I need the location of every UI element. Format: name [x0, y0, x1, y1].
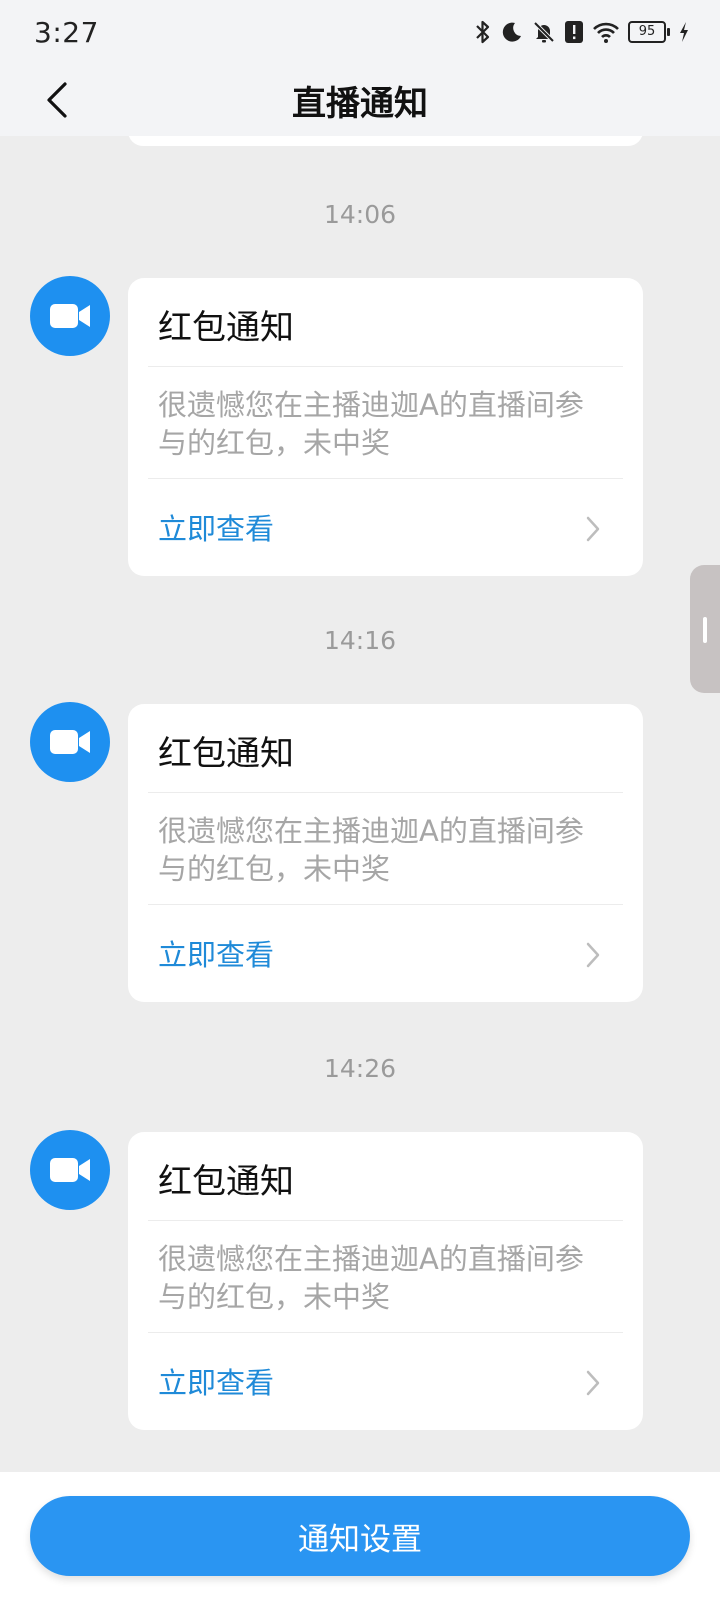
avatar: [30, 276, 110, 356]
alert-icon: [565, 21, 583, 43]
status-icons: 95: [474, 19, 690, 45]
chevron-left-icon: [47, 82, 67, 118]
view-now-link[interactable]: 立即查看: [158, 506, 274, 548]
card-body: 很遗憾您在主播迪迦A的直播间参与的红包，未中奖: [158, 388, 584, 460]
view-now-link[interactable]: 立即查看: [158, 932, 274, 974]
bluetooth-icon: [476, 20, 490, 44]
card-body: 很遗憾您在主播迪迦A的直播间参与的红包，未中奖: [158, 1242, 584, 1314]
battery-indicator: 95: [628, 21, 670, 43]
chevron-right-icon: [586, 942, 600, 968]
nav-bar: 直播通知: [0, 64, 720, 136]
notification-card[interactable]: 红包通知 很遗憾您在主播迪迦A的直播间参与的红包，未中奖 立即查看: [128, 1132, 643, 1430]
divider: [148, 792, 623, 793]
card-body: 很遗憾您在主播迪迦A的直播间参与的红包，未中奖: [158, 814, 584, 886]
notification-settings-button[interactable]: 通知设置: [30, 1496, 690, 1576]
status-time: 3:27: [34, 15, 99, 49]
card-title: 红包通知: [158, 734, 294, 774]
video-camera-icon: [50, 730, 90, 754]
view-now-link[interactable]: 立即查看: [158, 1360, 274, 1402]
card-title: 红包通知: [158, 1162, 294, 1202]
page-title: 直播通知: [292, 83, 428, 124]
bottom-bar: 通知设置: [0, 1472, 720, 1600]
back-button[interactable]: [30, 72, 86, 128]
moon-icon: [502, 22, 521, 42]
notification-time: 14:16: [323, 626, 397, 655]
avatar: [30, 702, 110, 782]
battery-level: 95: [628, 21, 666, 43]
wifi-icon: [593, 22, 619, 43]
notification-card[interactable]: 红包通知 很遗憾您在主播迪迦A的直播间参与的红包，未中奖 立即查看: [128, 278, 643, 576]
card-title: 红包通知: [158, 308, 294, 348]
divider: [148, 1332, 623, 1333]
previous-card-edge: [128, 136, 643, 146]
bell-off-icon: [533, 21, 555, 43]
divider: [148, 904, 623, 905]
charging-icon: [680, 22, 688, 42]
divider: [148, 1220, 623, 1221]
notification-time: 14:06: [323, 200, 397, 229]
side-drawer-handle[interactable]: [690, 565, 720, 693]
chevron-right-icon: [586, 1370, 600, 1396]
avatar: [30, 1130, 110, 1210]
video-camera-icon: [50, 304, 90, 328]
notification-list[interactable]: 14:06 红包通知 很遗憾您在主播迪迦A的直播间参与的红包，未中奖 立即查看 …: [0, 136, 720, 1472]
chevron-right-icon: [586, 516, 600, 542]
notification-card[interactable]: 红包通知 很遗憾您在主播迪迦A的直播间参与的红包，未中奖 立即查看: [128, 704, 643, 1002]
status-bar: 3:27 95: [0, 0, 720, 64]
video-camera-icon: [50, 1158, 90, 1182]
notification-time: 14:26: [323, 1054, 397, 1083]
divider: [148, 478, 623, 479]
divider: [148, 366, 623, 367]
